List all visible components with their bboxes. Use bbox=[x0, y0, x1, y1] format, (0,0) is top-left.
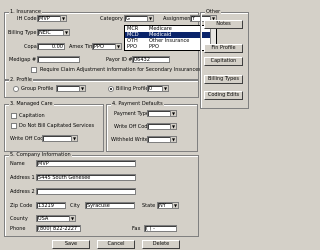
do-not-bill-label: Do Not Bill Capitated Services bbox=[19, 123, 95, 129]
group-profile-radio[interactable] bbox=[13, 86, 19, 92]
fax-input[interactable]: ( ) - bbox=[144, 225, 177, 232]
zip-input[interactable]: 13219 bbox=[36, 202, 66, 209]
payor-id-label: Payor ID # bbox=[106, 57, 133, 63]
chevron-down-icon: ▼ bbox=[71, 136, 77, 141]
billing-profile-radio[interactable] bbox=[108, 86, 114, 92]
billing-type-select[interactable]: NEIC ▼ bbox=[37, 29, 70, 36]
address1-label: Address 1 bbox=[10, 175, 35, 181]
category-select[interactable]: G ▼ bbox=[124, 15, 154, 22]
medigap-label: Medigap # bbox=[9, 57, 37, 63]
group-profile-select[interactable]: ▼ bbox=[56, 85, 86, 92]
do-not-bill-checkbox[interactable] bbox=[11, 123, 17, 129]
payment-type-select[interactable]: ▼ bbox=[147, 110, 177, 117]
category-label: Category bbox=[100, 16, 123, 22]
mc-write-off-code-select[interactable]: ▼ bbox=[42, 135, 78, 142]
billing-type-label: Billing Type bbox=[8, 30, 37, 36]
require-claim-label: Require Claim Adjustment information for… bbox=[40, 67, 201, 73]
city-input[interactable]: Syracuse bbox=[85, 202, 135, 209]
county-label: County bbox=[10, 216, 28, 222]
capitation-label: Capitation bbox=[19, 113, 45, 119]
billing-profile-select[interactable]: 0 ▼ bbox=[147, 85, 169, 92]
address2-label: Address 2 bbox=[10, 189, 35, 195]
name-label: Name bbox=[10, 161, 25, 167]
company-info-group-title: 5. Company Information bbox=[9, 152, 72, 158]
name-input[interactable]: MVP bbox=[36, 160, 136, 167]
other-group-title: Other bbox=[205, 9, 222, 15]
insurance-window: 1. Insurance IH Code MVP ▼ Category G ▼ As… bbox=[0, 0, 250, 250]
capitation-checkbox[interactable] bbox=[11, 113, 17, 119]
county-select[interactable]: USA ▼ bbox=[36, 215, 76, 222]
chevron-down-icon: ▼ bbox=[172, 203, 178, 208]
address2-input[interactable] bbox=[36, 188, 136, 195]
payor-id-input[interactable]: 06432 bbox=[132, 56, 170, 63]
chevron-down-icon: ▼ bbox=[170, 137, 176, 142]
capitation-button[interactable]: Capitation bbox=[204, 57, 243, 66]
fax-label: Fax bbox=[132, 226, 141, 232]
profile-group-title: 2. Profile bbox=[9, 77, 33, 83]
payment-defaults-group-title: 4. Payment Defaults bbox=[111, 101, 164, 107]
ih-code-label: IH Code bbox=[17, 16, 37, 22]
medigap-input[interactable] bbox=[37, 56, 80, 63]
require-claim-checkbox[interactable] bbox=[31, 67, 37, 73]
coding-edits-button[interactable]: Coding Edits bbox=[204, 91, 243, 100]
city-label: City bbox=[70, 203, 80, 209]
chevron-down-icon: ▼ bbox=[147, 16, 153, 21]
billing-types-button[interactable]: Billing Types bbox=[204, 75, 243, 84]
chevron-down-icon: ▼ bbox=[60, 16, 66, 21]
group-profile-label: Group Profile bbox=[21, 86, 54, 92]
notes-button[interactable]: Notes bbox=[204, 20, 243, 29]
managed-care-group-title: 3. Managed Care bbox=[9, 101, 54, 107]
chevron-down-icon: ▼ bbox=[115, 44, 121, 49]
chevron-down-icon: ▼ bbox=[63, 30, 69, 35]
chevron-down-icon: ▼ bbox=[170, 111, 176, 116]
pd-write-off-code-label: Write Off Code bbox=[114, 124, 151, 130]
fin-profile-button[interactable]: Fin Profile bbox=[204, 44, 243, 53]
address1-input[interactable]: 5445 South Genesee bbox=[36, 174, 136, 181]
delete-button[interactable]: Delete bbox=[142, 240, 180, 249]
copay-input[interactable]: 0.00 bbox=[37, 43, 65, 50]
zip-label: Zip Code bbox=[10, 203, 33, 209]
amex-time-select[interactable]: PPO ▼ bbox=[92, 43, 122, 50]
payment-type-label: Payment Type bbox=[114, 111, 149, 117]
state-select[interactable]: NY ▼ bbox=[157, 202, 179, 209]
ih-code-select[interactable]: MVP ▼ bbox=[37, 15, 67, 22]
chevron-down-icon: ▼ bbox=[69, 216, 75, 221]
assignment-label: Assignment bbox=[163, 16, 193, 22]
chevron-down-icon: ▼ bbox=[79, 86, 85, 91]
pd-write-off-code-select[interactable]: ▼ bbox=[147, 123, 177, 130]
withheld-write-off-select[interactable]: ▼ bbox=[147, 136, 177, 143]
save-button[interactable]: Save bbox=[52, 240, 90, 249]
chevron-down-icon: ▼ bbox=[170, 124, 176, 129]
phone-input[interactable]: (800) 822-2227 bbox=[36, 225, 81, 232]
billing-profile-label: Billing Profile bbox=[116, 86, 149, 92]
state-label: State bbox=[142, 203, 156, 209]
cancel-button[interactable]: Cancel bbox=[97, 240, 135, 249]
phone-label: Phone bbox=[10, 226, 26, 232]
chevron-down-icon: ▼ bbox=[162, 86, 168, 91]
